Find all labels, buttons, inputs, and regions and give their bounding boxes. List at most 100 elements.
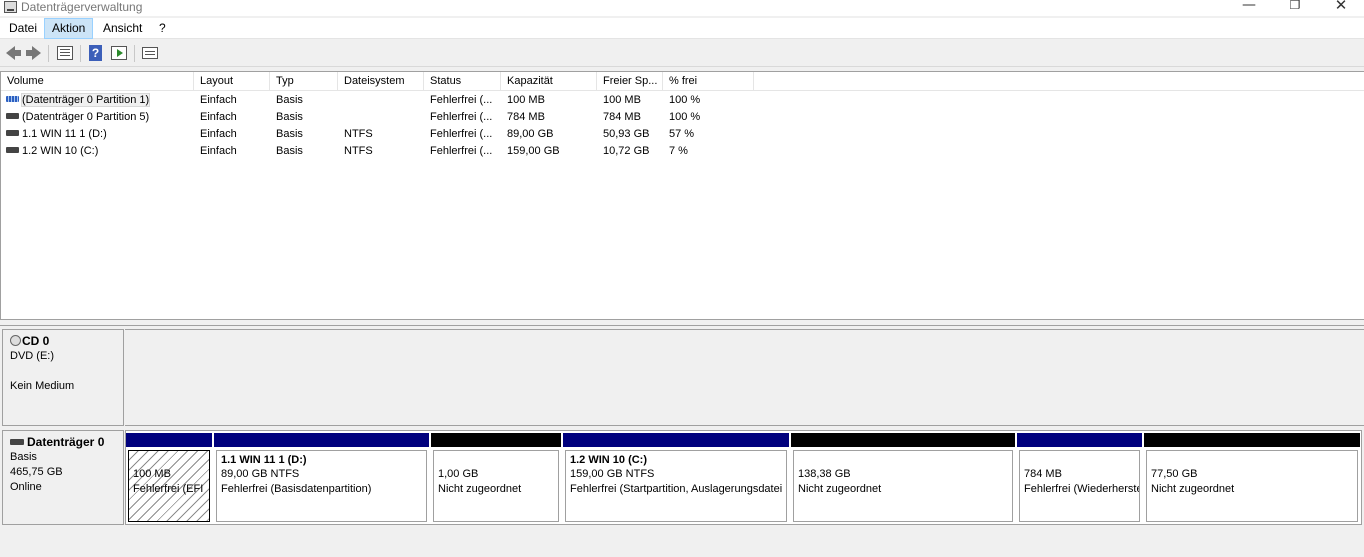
partition-bar xyxy=(791,433,1015,447)
cd-drive: DVD (E:) xyxy=(10,350,54,362)
forward-button[interactable] xyxy=(24,44,44,62)
partition-status: Fehlerfrei (EFI xyxy=(133,483,204,495)
cd-name: CD 0 xyxy=(22,334,50,348)
volume-name: 1.2 WIN 10 (C:) xyxy=(22,145,99,157)
column-header-volume[interactable]: Volume xyxy=(1,72,194,91)
checklist-icon xyxy=(142,47,158,59)
volume-row[interactable]: (Datenträger 0 Partition 5) Einfach Basi… xyxy=(1,109,761,126)
menu-aktion[interactable]: Aktion xyxy=(44,18,94,39)
maximize-button[interactable]: ❐ xyxy=(1272,0,1318,14)
volume-row[interactable]: 1.2 WIN 10 (C:) Einfach Basis NTFS Fehle… xyxy=(1,143,761,160)
column-header-freier-speicher[interactable]: Freier Sp... xyxy=(597,72,663,91)
menu-ansicht[interactable]: Ansicht xyxy=(96,18,149,39)
partition-size: 100 MB xyxy=(133,468,171,480)
disk-graphical-view: CD 0 DVD (E:) Kein Medium Datenträger 0 … xyxy=(0,326,1364,557)
partition-status: Fehlerfrei (Startpartition, Auslagerungs… xyxy=(570,483,783,495)
title-bar: Datenträgerverwaltung — ❐ ✕ xyxy=(0,0,1364,16)
partition-bar xyxy=(431,433,561,447)
volume-row[interactable]: 1.1 WIN 11 1 (D:) Einfach Basis NTFS Feh… xyxy=(1,126,761,143)
volume-icon xyxy=(6,147,19,153)
volume-typ: Basis xyxy=(276,128,303,140)
column-header-layout[interactable]: Layout xyxy=(194,72,270,91)
volume-dateisystem: NTFS xyxy=(344,128,373,140)
volume-kapazitaet: 159,00 GB xyxy=(507,145,560,157)
partition-size: 77,50 GB xyxy=(1151,468,1198,480)
volume-kapazitaet: 784 MB xyxy=(507,111,545,123)
partition-bar xyxy=(1144,433,1360,447)
volume-typ: Basis xyxy=(276,145,303,157)
volume-frei: 50,93 GB xyxy=(603,128,650,140)
back-button[interactable] xyxy=(3,44,23,62)
volume-prozent-frei: 57 % xyxy=(669,128,695,140)
cd-disk-area xyxy=(125,329,1364,426)
partition-block[interactable]: 1.2 WIN 10 (C:) 159,00 GB NTFS Fehlerfre… xyxy=(563,433,789,522)
help-button[interactable]: ? xyxy=(86,44,106,62)
column-header-prozent-frei[interactable]: % frei xyxy=(663,72,754,91)
partition-title xyxy=(1024,454,1135,467)
column-header-typ[interactable]: Typ xyxy=(270,72,338,91)
partition-block[interactable]: 77,50 GB Nicht zugeordnet xyxy=(1144,433,1360,522)
volume-prozent-frei: 7 % xyxy=(669,145,688,157)
minimize-button[interactable]: — xyxy=(1226,0,1272,14)
volume-name: (Datenträger 0 Partition 5) xyxy=(22,111,150,123)
partition-bar xyxy=(214,433,429,447)
hard-disk-icon xyxy=(10,439,24,445)
volume-dateisystem xyxy=(338,92,424,109)
volume-row[interactable]: (Datenträger 0 Partition 1) Einfach Basi… xyxy=(1,92,761,109)
toolbar-separator xyxy=(134,45,135,62)
volume-layout: Einfach xyxy=(200,111,237,123)
volume-name: (Datenträger 0 Partition 1) xyxy=(20,93,151,107)
forward-arrow-icon xyxy=(26,46,41,60)
volume-typ: Basis xyxy=(276,111,303,123)
partition-size: 138,38 GB xyxy=(798,468,851,480)
partition-title: 1.1 WIN 11 1 (D:) xyxy=(221,454,307,466)
partition-size: 159,00 GB NTFS xyxy=(570,468,655,480)
column-header-kapazitaet[interactable]: Kapazität xyxy=(501,72,597,91)
volume-frei: 100 MB xyxy=(603,94,641,106)
properties-button[interactable] xyxy=(55,44,75,62)
disk0-size: 465,75 GB xyxy=(10,466,63,478)
menu-datei[interactable]: Datei xyxy=(2,18,44,39)
partition-title: 1.2 WIN 10 (C:) xyxy=(570,454,648,466)
volume-efi-icon xyxy=(6,96,19,102)
back-arrow-icon xyxy=(6,46,21,60)
run-button[interactable] xyxy=(109,44,129,62)
column-header-status[interactable]: Status xyxy=(424,72,501,91)
partition-block[interactable]: 100 MB Fehlerfrei (EFI xyxy=(126,433,212,522)
volume-kapazitaet: 100 MB xyxy=(507,94,545,106)
volume-icon xyxy=(6,113,19,119)
volume-status: Fehlerfrei (... xyxy=(430,111,493,123)
volume-list[interactable]: Volume Layout Typ Dateisystem Status Kap… xyxy=(0,71,1364,320)
disk0-label[interactable]: Datenträger 0 Basis 465,75 GB Online xyxy=(2,430,124,525)
volume-kapazitaet: 89,00 GB xyxy=(507,128,554,140)
partition-title xyxy=(798,454,1008,467)
partition-block[interactable]: 784 MB Fehlerfrei (Wiederherstellungspar… xyxy=(1017,433,1142,522)
cd-status: Kein Medium xyxy=(10,380,75,392)
partition-block[interactable]: 1,00 GB Nicht zugeordnet xyxy=(431,433,561,522)
column-header-dateisystem[interactable]: Dateisystem xyxy=(338,72,424,91)
volume-status: Fehlerfrei (... xyxy=(430,94,493,106)
cd-disk-label[interactable]: CD 0 DVD (E:) Kein Medium xyxy=(2,329,124,426)
volume-typ: Basis xyxy=(276,94,303,106)
disk0-name: Datenträger 0 xyxy=(27,435,105,449)
menu-bar: Datei Aktion Ansicht ? xyxy=(0,18,1364,39)
menu-help[interactable]: ? xyxy=(152,18,173,39)
volume-dateisystem xyxy=(338,109,424,126)
volume-layout: Einfach xyxy=(200,145,237,157)
partition-title xyxy=(1151,454,1353,467)
partition-block[interactable]: 1.1 WIN 11 1 (D:) 89,00 GB NTFS Fehlerfr… xyxy=(214,433,429,522)
disk0-partitions: 100 MB Fehlerfrei (EFI 1.1 WIN 11 1 (D:)… xyxy=(125,430,1362,525)
volume-prozent-frei: 100 % xyxy=(669,94,701,106)
partition-block[interactable]: 138,38 GB Nicht zugeordnet xyxy=(791,433,1015,522)
partition-status: Nicht zugeordnet xyxy=(438,483,522,495)
partition-title xyxy=(438,454,554,467)
checklist-button[interactable] xyxy=(140,44,160,62)
volume-status: Fehlerfrei (... xyxy=(430,145,493,157)
partition-status: Nicht zugeordnet xyxy=(798,483,882,495)
disk0-state: Online xyxy=(10,481,42,493)
partition-status: Fehlerfrei (Basisdatenpartition) xyxy=(221,483,372,495)
volume-layout: Einfach xyxy=(200,128,237,140)
volume-prozent-frei: 100 % xyxy=(669,111,701,123)
volume-list-header: Volume Layout Typ Dateisystem Status Kap… xyxy=(1,72,1364,91)
close-button[interactable]: ✕ xyxy=(1318,0,1364,14)
